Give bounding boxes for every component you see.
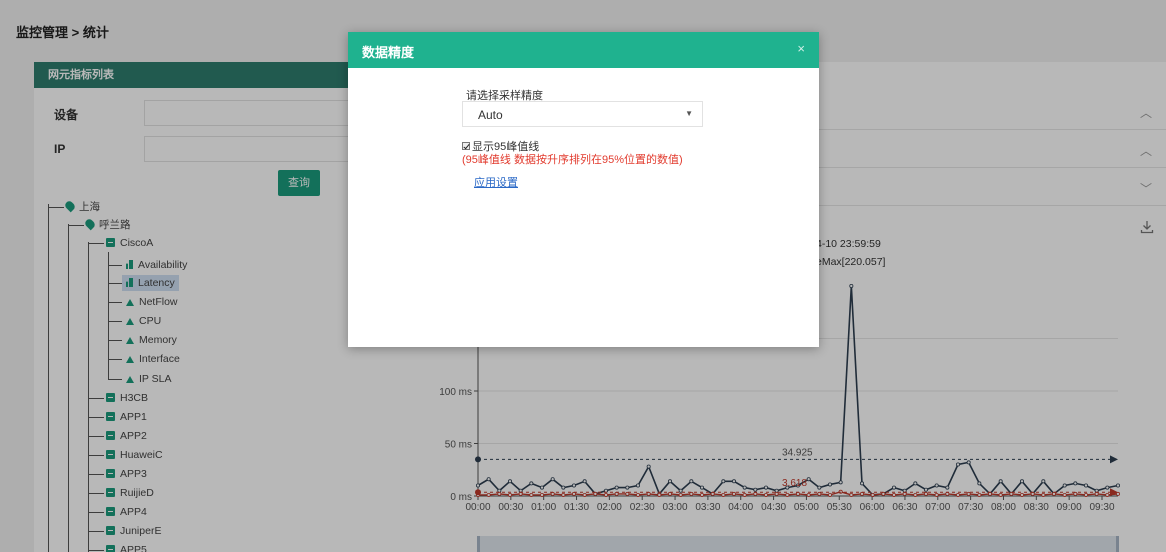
dialog-title: 数据精度 xyxy=(362,45,415,60)
apply-settings-link[interactable]: 应用设置 xyxy=(474,174,518,190)
p95-note: (95峰值线 数据按升序排列在95%位置的数值) xyxy=(462,154,683,166)
close-icon[interactable]: × xyxy=(797,41,805,56)
data-precision-dialog: 数据精度 × 请选择采样精度 Auto ▼ 显示95峰值线 (95峰值线 数据按… xyxy=(348,32,819,347)
show-p95-checkbox[interactable] xyxy=(462,142,470,150)
sample-precision-select[interactable]: Auto ▼ xyxy=(462,101,703,127)
caret-down-icon: ▼ xyxy=(685,109,693,118)
dialog-header: 数据精度 × xyxy=(348,32,819,68)
select-value: Auto xyxy=(478,108,503,122)
